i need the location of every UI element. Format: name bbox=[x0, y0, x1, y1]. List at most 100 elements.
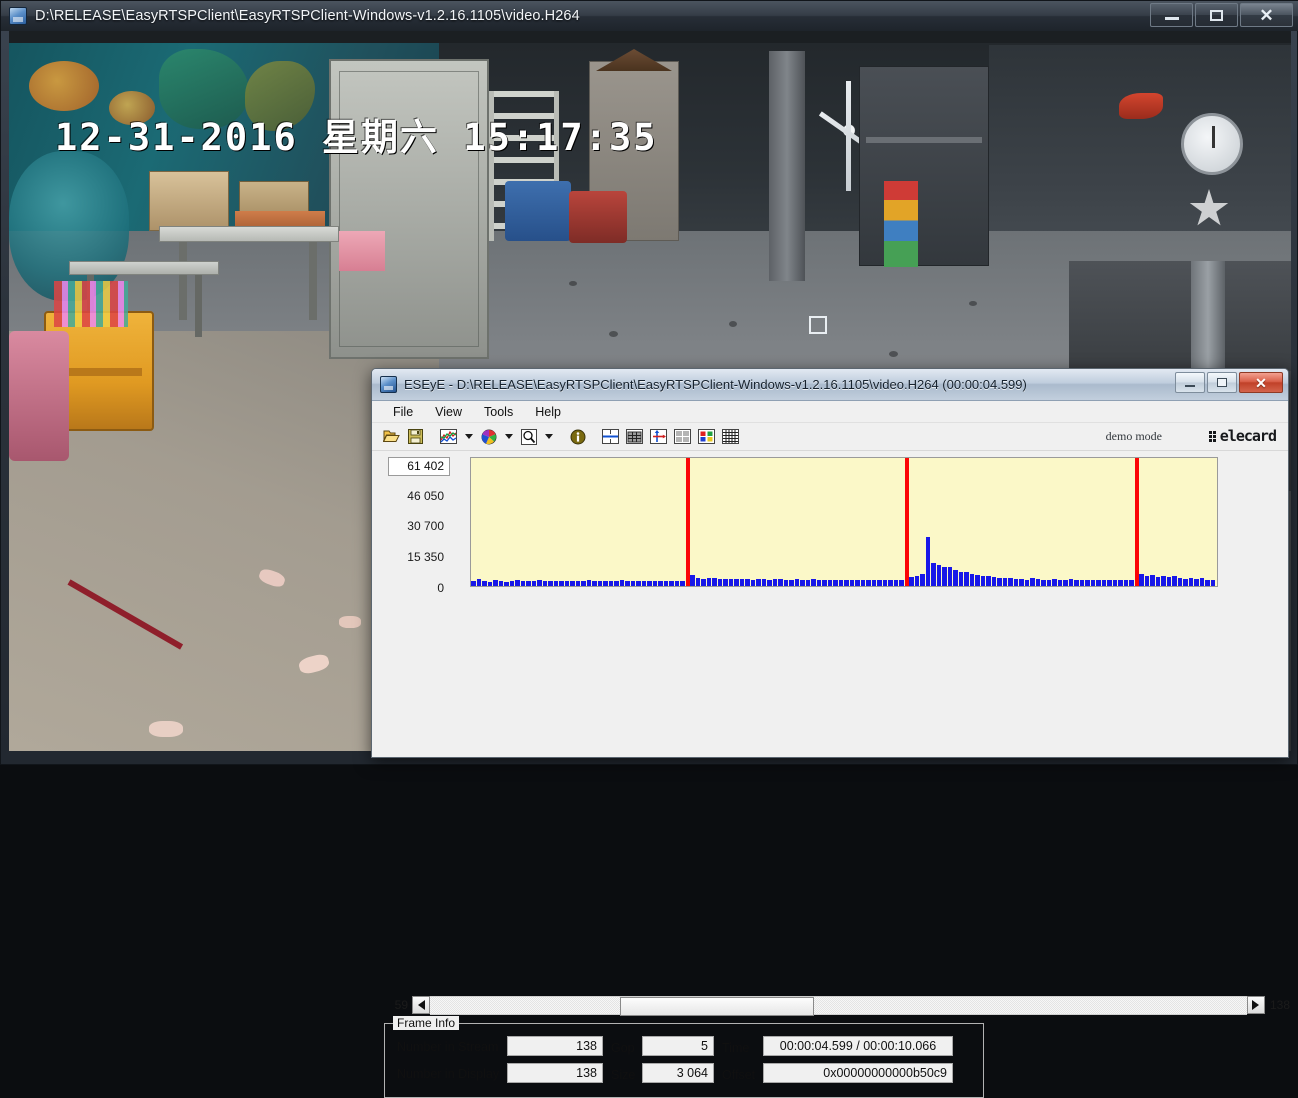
color-blocks-button[interactable] bbox=[695, 425, 718, 448]
logo-text: elecard bbox=[1219, 427, 1277, 445]
split-horizontal-button[interactable] bbox=[599, 425, 622, 448]
chart-bar-p-frame bbox=[1129, 580, 1134, 586]
chart-bar-p-frame bbox=[690, 575, 695, 586]
info-button[interactable] bbox=[566, 425, 589, 448]
chart-bar-p-frame bbox=[827, 580, 832, 586]
axis-arrows-button[interactable] bbox=[647, 425, 670, 448]
analyzer-close-button[interactable]: ✕ bbox=[1239, 372, 1283, 393]
arrow-right-icon bbox=[1252, 1000, 1260, 1010]
chart-bar-p-frame bbox=[701, 579, 706, 586]
matrix-icon bbox=[722, 429, 739, 444]
open-folder-button[interactable] bbox=[380, 425, 403, 448]
chart-bar-p-frame bbox=[1030, 578, 1035, 586]
chart-bar-p-frame bbox=[822, 580, 827, 586]
scroll-right-button[interactable] bbox=[1246, 996, 1265, 1014]
chart-bar-p-frame bbox=[953, 570, 958, 586]
chart-bar-i-frame bbox=[685, 458, 690, 586]
close-icon: ✕ bbox=[1255, 374, 1267, 391]
chart-bar-p-frame bbox=[728, 579, 733, 586]
chart-bar-p-frame bbox=[581, 581, 586, 586]
video-osd-timestamp: 12-31-2016 星期六 15:17:35 bbox=[55, 107, 658, 161]
panes-button[interactable] bbox=[671, 425, 694, 448]
chart-bar-p-frame bbox=[1172, 576, 1177, 586]
chart-bar-p-frame bbox=[542, 581, 547, 586]
frame-info-legend: Frame Info bbox=[393, 1016, 460, 1030]
chart-bar-p-frame bbox=[899, 580, 904, 586]
chart-bar-p-frame bbox=[636, 581, 641, 586]
minimize-button[interactable] bbox=[1150, 3, 1193, 27]
chart-bar-p-frame bbox=[734, 579, 739, 586]
size-label: Size bbox=[611, 1068, 636, 1082]
zoom-button[interactable] bbox=[517, 425, 540, 448]
chart-bar-p-frame bbox=[1118, 580, 1123, 586]
menu-item-tools[interactable]: Tools bbox=[473, 403, 524, 421]
chart-bar-p-frame bbox=[1144, 576, 1149, 586]
grid-table-button[interactable] bbox=[623, 425, 646, 448]
chart-bar-p-frame bbox=[1085, 580, 1090, 586]
chart-bar-p-frame bbox=[855, 580, 860, 586]
maximize-button[interactable] bbox=[1195, 3, 1238, 27]
y-axis-tick-3: 30 700 bbox=[407, 519, 444, 533]
menu-item-file[interactable]: File bbox=[382, 403, 424, 421]
chart-view-button[interactable] bbox=[437, 425, 460, 448]
chart-bar-p-frame bbox=[877, 580, 882, 586]
analyzer-titlebar[interactable]: ESEyE - D:\RELEASE\EasyRTSPClient\EasyRT… bbox=[372, 369, 1288, 401]
demo-mode-label: demo mode bbox=[1105, 429, 1162, 443]
palette-button[interactable] bbox=[477, 425, 500, 448]
chart-bar-p-frame bbox=[1183, 579, 1188, 586]
close-icon: ✕ bbox=[1259, 5, 1274, 25]
chart-icon bbox=[440, 429, 457, 444]
chart-bar-p-frame bbox=[882, 580, 887, 586]
chart-bar-p-frame bbox=[805, 580, 810, 586]
chart-bar-p-frame bbox=[739, 579, 744, 586]
chart-bar-p-frame bbox=[844, 580, 849, 586]
chart-bar-p-frame bbox=[1188, 578, 1193, 586]
scrollbar-track[interactable] bbox=[430, 995, 1247, 1016]
menu-item-view[interactable]: View bbox=[424, 403, 473, 421]
menu-item-help[interactable]: Help bbox=[524, 403, 572, 421]
analyzer-minimize-button[interactable] bbox=[1175, 372, 1205, 393]
chart-plot-area[interactable] bbox=[470, 457, 1218, 587]
player-titlebar[interactable]: D:\RELEASE\EasyRTSPClient\EasyRTSPClient… bbox=[1, 1, 1298, 31]
palette-dropdown-button[interactable] bbox=[501, 426, 516, 448]
number-in-stream-label: Number in Stream bbox=[397, 1040, 499, 1054]
save-button[interactable] bbox=[404, 425, 427, 448]
elecard-logo: elecard bbox=[1208, 427, 1277, 445]
scrollbar-thumb[interactable] bbox=[620, 996, 814, 1016]
chart-bar-p-frame bbox=[975, 575, 980, 586]
chart-bar-p-frame bbox=[1035, 579, 1040, 586]
y-axis-max-value[interactable]: 61 402 bbox=[388, 457, 450, 476]
scroll-left-button[interactable] bbox=[412, 996, 430, 1014]
chart-bar-p-frame bbox=[969, 574, 974, 586]
chart-bar-p-frame bbox=[669, 581, 674, 586]
toolbar-separator-1 bbox=[428, 426, 436, 448]
chart-bar-p-frame bbox=[663, 581, 668, 586]
chart-bar-p-frame bbox=[1057, 580, 1062, 586]
chart-bar-p-frame bbox=[592, 581, 597, 586]
logo-dots-icon bbox=[1208, 430, 1216, 442]
chart-bar-p-frame bbox=[964, 572, 969, 586]
chart-bar-p-frame bbox=[811, 579, 816, 586]
grid-table-icon bbox=[626, 429, 643, 444]
chart-bar-p-frame bbox=[504, 582, 509, 586]
chart-bar-p-frame bbox=[614, 581, 619, 586]
offset-value: 0x00000000000b50c9 bbox=[763, 1063, 953, 1083]
timeline-scrollbar-row: 59 138 bbox=[372, 991, 1290, 1019]
zoom-dropdown-button[interactable] bbox=[541, 426, 556, 448]
chart-bar-p-frame bbox=[1107, 580, 1112, 586]
chart-bar-p-frame bbox=[931, 563, 936, 586]
analyzer-maximize-button[interactable] bbox=[1207, 372, 1237, 393]
chart-bar-p-frame bbox=[1166, 577, 1171, 586]
chart-bar-p-frame bbox=[772, 579, 777, 586]
close-button[interactable]: ✕ bbox=[1240, 3, 1293, 27]
gop-label: Gop bbox=[611, 1041, 635, 1055]
chart-bar-p-frame bbox=[1177, 578, 1182, 586]
panes-icon bbox=[674, 429, 691, 444]
chart-bar-p-frame bbox=[1155, 577, 1160, 586]
number-in-display-value: 138 bbox=[507, 1063, 603, 1083]
chart-bar-p-frame bbox=[789, 580, 794, 586]
chart-bar-p-frame bbox=[925, 537, 930, 586]
chart-bar-p-frame bbox=[717, 579, 722, 586]
chart-dropdown-button[interactable] bbox=[461, 426, 476, 448]
matrix-button[interactable] bbox=[719, 425, 742, 448]
